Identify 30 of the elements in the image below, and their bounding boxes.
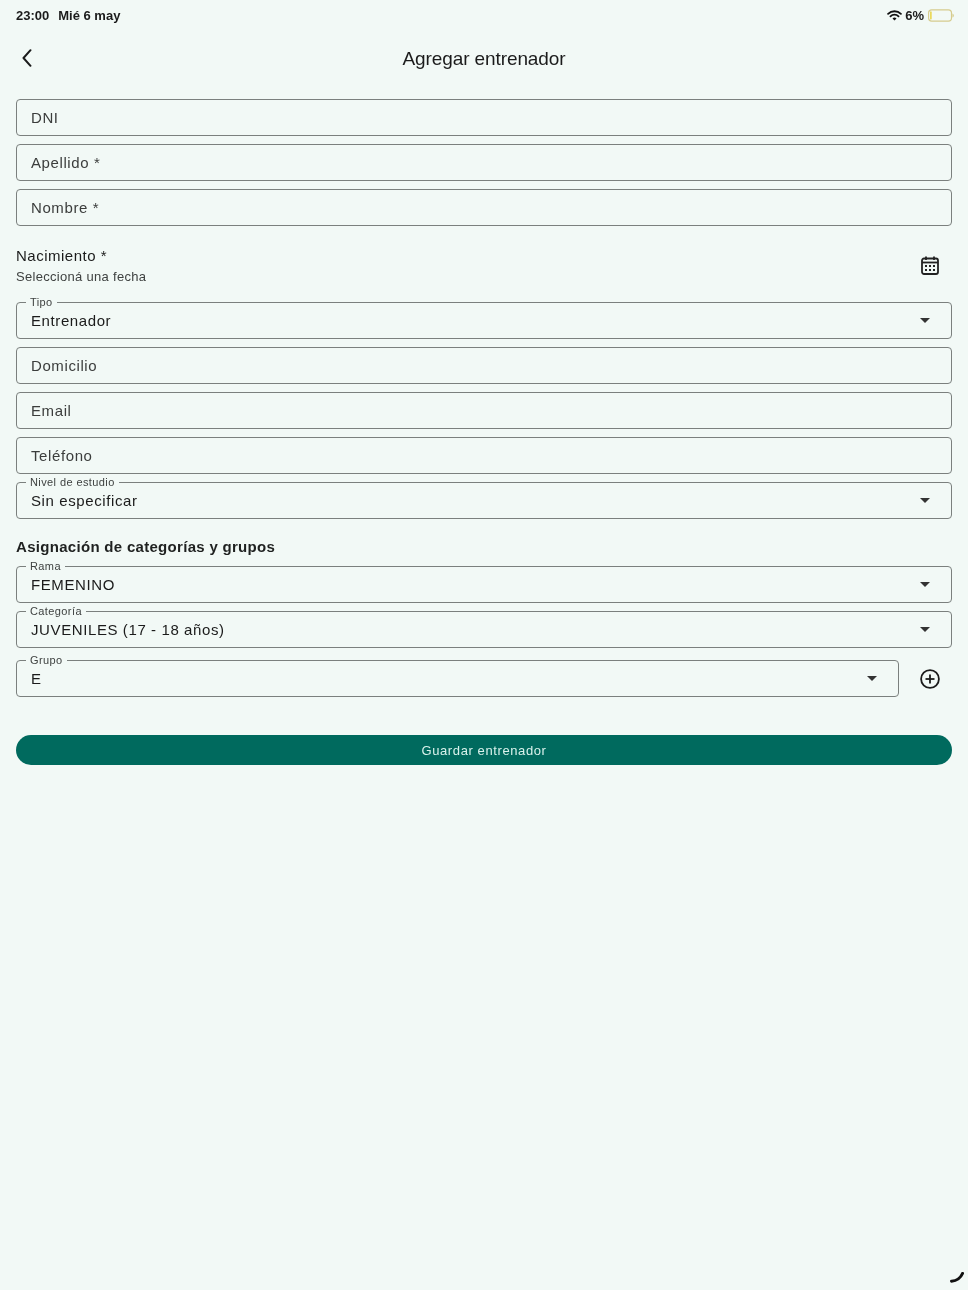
- input-field[interactable]: Teléfono: [16, 437, 952, 474]
- calendar-icon[interactable]: [921, 256, 939, 275]
- wifi-icon: [887, 9, 903, 21]
- date-label: Nacimiento *: [16, 246, 109, 266]
- battery-percent: 6%: [905, 7, 924, 23]
- field-label: Grupo: [26, 654, 67, 666]
- caret-icon: [920, 582, 930, 587]
- save-button[interactable]: Guardar entrenador: [16, 735, 952, 765]
- status-time: 23:00: [16, 7, 50, 23]
- caret-icon: [920, 627, 930, 632]
- field-label: Categoría: [26, 605, 86, 617]
- field-label: Rama: [26, 560, 65, 572]
- caret-icon: [920, 318, 930, 323]
- input-field[interactable]: Apellido *: [16, 144, 952, 181]
- field-label: Nivel de estudio: [26, 476, 119, 488]
- battery-icon: [928, 8, 954, 22]
- arc-icon: [950, 1272, 964, 1283]
- add-icon[interactable]: [920, 669, 940, 689]
- screen-title: Agregar entrenador: [402, 48, 566, 70]
- section-heading: Asignación de categorías y grupos: [16, 538, 277, 555]
- date-hint: Seleccioná una fecha: [16, 268, 148, 285]
- field-label: Tipo: [26, 296, 57, 308]
- caret-icon: [920, 498, 930, 503]
- input-field[interactable]: Domicilio: [16, 347, 952, 384]
- input-field[interactable]: Nombre *: [16, 189, 952, 226]
- back-icon[interactable]: [22, 49, 32, 67]
- input-field[interactable]: Email: [16, 392, 952, 429]
- status-date: Mié 6 may: [58, 7, 121, 23]
- input-field[interactable]: DNI: [16, 99, 952, 136]
- caret-icon: [867, 676, 877, 681]
